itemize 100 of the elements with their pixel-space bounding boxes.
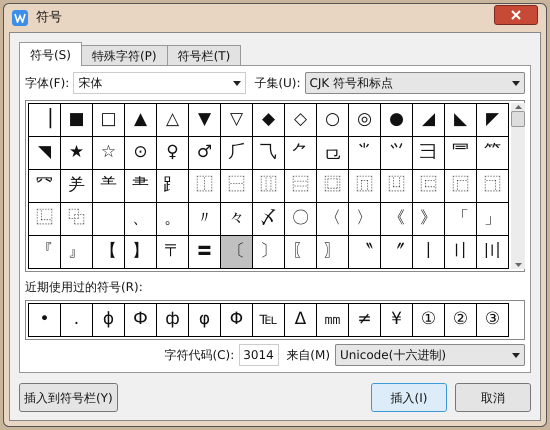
symbol-cell[interactable]: ◥ <box>29 137 61 170</box>
symbol-cell[interactable]: 〖 <box>285 236 317 269</box>
symbol-cell[interactable]: 】 <box>125 236 157 269</box>
symbol-cell[interactable]: 』 <box>61 236 93 269</box>
symbol-cell[interactable]: ◤ <box>477 104 509 137</box>
symbol-cell[interactable]: ⿳ <box>285 170 317 203</box>
recent-symbol-cell[interactable]: ① <box>413 303 445 337</box>
symbol-cell[interactable]: 」 <box>477 203 509 236</box>
recent-symbol-cell[interactable]: • <box>29 303 61 337</box>
symbol-cell[interactable]: ⺋ <box>317 137 349 170</box>
insert-button[interactable]: 插入(I) <box>371 383 447 412</box>
scrollbar[interactable] <box>511 103 525 269</box>
char-code-field[interactable]: 3014 <box>239 344 280 366</box>
symbol-cell[interactable]: ♀ <box>157 137 189 170</box>
symbol-cell[interactable]: 〆 <box>253 203 285 236</box>
symbol-cell[interactable]: □ <box>93 104 125 137</box>
symbol-cell[interactable]: ⺕ <box>413 137 445 170</box>
symbol-cell[interactable]: 〝 <box>349 236 381 269</box>
subset-dropdown[interactable]: CJK 符号和标点 <box>304 72 525 94</box>
close-button[interactable] <box>494 5 538 25</box>
symbol-cell[interactable]: ▲ <box>125 104 157 137</box>
symbol-cell[interactable]: ⿲ <box>253 170 285 203</box>
scrollbar-thumb[interactable] <box>511 111 525 127</box>
symbol-cell[interactable]: 〣 <box>477 236 509 269</box>
symbol-cell[interactable]: ⿹ <box>477 170 509 203</box>
symbol-cell[interactable]: ◎ <box>349 104 381 137</box>
symbol-cell[interactable]: ⺳ <box>29 170 61 203</box>
symbol-cell[interactable]: ▽ <box>221 104 253 137</box>
add-to-symbol-bar-button[interactable]: 插入到符号栏(Y) <box>19 383 118 412</box>
symbol-cell[interactable]: 。 <box>157 203 189 236</box>
symbol-cell[interactable]: 〞 <box>381 236 413 269</box>
symbol-cell[interactable]: 》 <box>413 203 445 236</box>
recent-symbol-cell[interactable]: ≠ <box>349 303 381 337</box>
symbol-cell[interactable]: 〢 <box>445 236 477 269</box>
symbol-cell[interactable]: ☆ <box>93 137 125 170</box>
symbol-cell[interactable]: 〓 <box>189 236 221 269</box>
recent-symbol-cell[interactable]: φ <box>189 303 221 337</box>
recent-symbol-cell[interactable]: ¥ <box>381 303 413 337</box>
symbol-cell[interactable]: ⿵ <box>349 170 381 203</box>
recent-symbol-cell[interactable]: ℡ <box>253 303 285 337</box>
symbol-cell[interactable]: △ <box>157 104 189 137</box>
symbol-cell[interactable]: ○ <box>317 104 349 137</box>
symbol-cell[interactable]: ♂ <box>189 137 221 170</box>
symbol-cell[interactable]: ● <box>381 104 413 137</box>
symbol-cell[interactable]: ⿴ <box>317 170 349 203</box>
symbol-cell[interactable]: 〡 <box>413 236 445 269</box>
symbol-cell[interactable]: ⿱ <box>221 170 253 203</box>
symbol-cell[interactable]: ◆ <box>253 104 285 137</box>
recent-symbol-cell[interactable]: Ф <box>125 303 157 337</box>
symbol-cell[interactable]: 〒 <box>157 236 189 269</box>
symbol-cell[interactable]: ⿺ <box>29 203 61 236</box>
symbol-cell[interactable]: ⺷ <box>93 170 125 203</box>
recent-symbol-cell[interactable]: . <box>61 303 93 337</box>
font-dropdown[interactable]: 宋体 <box>73 72 246 94</box>
symbol-cell[interactable]: 〉 <box>349 203 381 236</box>
symbol-cell[interactable]: ⺶ <box>61 170 93 203</box>
symbol-cell[interactable]: ■ <box>61 104 93 137</box>
symbol-cell[interactable]: 〃 <box>189 203 221 236</box>
symbol-cell[interactable]: ⺜ <box>445 137 477 170</box>
cancel-button[interactable]: 取消 <box>455 383 531 412</box>
symbol-cell[interactable]: ⿻ <box>61 203 93 236</box>
symbol-cell[interactable]: ⊙ <box>125 137 157 170</box>
symbol-cell[interactable]: 『 <box>29 236 61 269</box>
tab[interactable]: 特殊字符(P) <box>80 45 168 65</box>
symbol-cell[interactable]: ⺮ <box>477 137 509 170</box>
symbol-cell[interactable]: 《 <box>381 203 413 236</box>
symbol-cell[interactable]: 【 <box>93 236 125 269</box>
symbol-cell[interactable]: ⺄ <box>253 137 285 170</box>
symbol-cell[interactable]: ⺁ <box>221 137 253 170</box>
symbol-cell[interactable]: 、 <box>125 203 157 236</box>
symbol-cell[interactable]: ⺌ <box>349 137 381 170</box>
symbol-cell[interactable]: ⿶ <box>381 170 413 203</box>
symbol-cell[interactable]: 々 <box>221 203 253 236</box>
symbol-cell[interactable]: ▼ <box>189 104 221 137</box>
symbol-cell[interactable]: ⿷ <box>413 170 445 203</box>
recent-symbol-cell[interactable]: ③ <box>477 303 509 337</box>
symbol-cell[interactable]: 〗 <box>317 236 349 269</box>
symbol-cell[interactable]: 〈 <box>317 203 349 236</box>
symbol-cell[interactable] <box>93 203 125 236</box>
symbol-cell[interactable]: ⿸ <box>445 170 477 203</box>
symbol-cell[interactable]: ▕ <box>29 104 61 137</box>
symbol-cell[interactable]: ⺈ <box>285 137 317 170</box>
symbol-cell[interactable]: ⺍ <box>381 137 413 170</box>
symbol-cell[interactable]: ◣ <box>445 104 477 137</box>
recent-symbol-cell[interactable]: ② <box>445 303 477 337</box>
symbol-cell[interactable]: ⻊ <box>157 170 189 203</box>
recent-symbol-cell[interactable]: ɸ <box>93 303 125 337</box>
tab[interactable]: 符号(S) <box>19 42 82 66</box>
symbol-cell[interactable]: 〇 <box>285 203 317 236</box>
symbol-cell[interactable]: 〔 <box>221 236 253 269</box>
encoding-dropdown[interactable]: Unicode(十六进制) <box>335 344 525 366</box>
recent-symbol-cell[interactable]: ф <box>157 303 189 337</box>
symbol-cell[interactable]: ◇ <box>285 104 317 137</box>
symbol-cell[interactable]: ◢ <box>413 104 445 137</box>
recent-symbol-cell[interactable]: Φ <box>221 303 253 337</box>
symbol-cell[interactable]: ⿰ <box>189 170 221 203</box>
symbol-cell[interactable]: ⺻ <box>125 170 157 203</box>
symbol-cell[interactable]: 〕 <box>253 236 285 269</box>
symbol-cell[interactable]: ★ <box>61 137 93 170</box>
symbol-cell[interactable]: 「 <box>445 203 477 236</box>
